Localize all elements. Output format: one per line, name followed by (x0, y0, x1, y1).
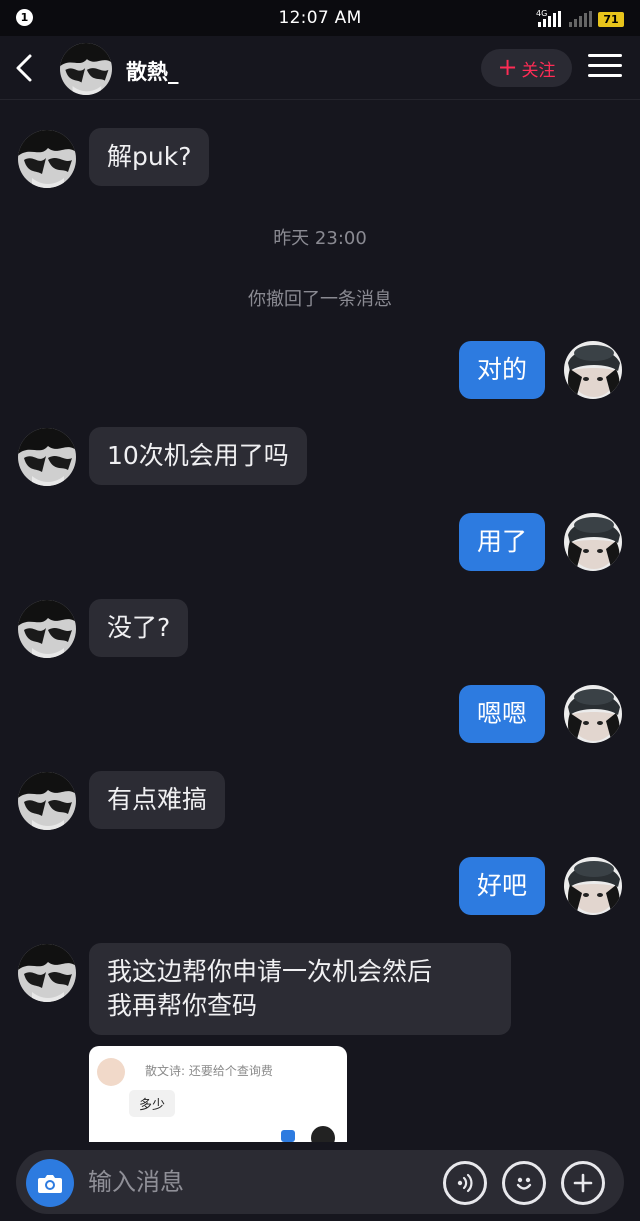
camera-icon (38, 1175, 62, 1193)
timestamp: 昨天 23:00 (273, 228, 367, 249)
message-bubble-incoming[interactable]: 有点难搞 (89, 771, 226, 829)
message-bubble-incoming[interactable]: 我这边帮你申请一次机会然后 我再帮你查码 (89, 943, 511, 1035)
system-message: 你撤回了一条消息 (248, 289, 392, 310)
message-bubble-incoming[interactable]: 解puk? (89, 128, 210, 186)
chat-header: 散熱_ + 关注 (0, 36, 640, 100)
message-bubble-incoming[interactable]: 10次机会用了吗 (89, 427, 307, 485)
message-bubble-outgoing[interactable]: 对的 (459, 341, 546, 399)
card-message: 多少 (129, 1090, 176, 1117)
menu-button[interactable] (588, 54, 622, 82)
message-bubble-outgoing[interactable]: 嗯嗯 (459, 685, 546, 743)
add-icon (573, 1173, 593, 1193)
status-indicators: 4G 71 (536, 9, 624, 27)
network-type: 4G (536, 9, 548, 18)
contact-avatar[interactable] (18, 944, 76, 1002)
message-input-bar (16, 1150, 624, 1214)
message-line: 我这边帮你申请一次机会然后 (107, 957, 433, 986)
my-avatar[interactable] (564, 513, 622, 571)
message-bubble-outgoing[interactable]: 好吧 (459, 857, 546, 915)
back-button[interactable] (10, 50, 42, 86)
chevron-left-icon (16, 54, 32, 82)
contact-avatar[interactable] (18, 600, 76, 658)
plus-icon: + (497, 52, 518, 81)
message-input[interactable] (88, 1162, 418, 1202)
my-avatar[interactable] (564, 857, 622, 915)
emoji-icon (516, 1177, 532, 1190)
voice-button[interactable] (443, 1161, 487, 1205)
camera-button[interactable] (26, 1159, 74, 1207)
my-avatar[interactable] (564, 341, 622, 399)
card-avatar-secondary (311, 1126, 335, 1142)
contact-name[interactable]: 散熱_ (126, 56, 179, 86)
contact-avatar[interactable] (18, 130, 76, 188)
signal-icon-secondary (567, 11, 592, 27)
contact-avatar[interactable] (60, 43, 112, 95)
signal-icon: 4G (536, 9, 561, 27)
follow-label: 关注 (521, 60, 556, 81)
status-bar: 1 12:07 AM 4G 71 (0, 0, 640, 36)
card-sender: 散文诗: 还要给个查询费 (145, 1064, 273, 1078)
message-bubble-incoming[interactable]: 没了? (89, 599, 189, 657)
message-line: 我再帮你查码 (107, 991, 258, 1020)
follow-button[interactable]: + 关注 (481, 49, 572, 87)
contact-avatar[interactable] (18, 428, 76, 486)
card-outgoing-bubble (281, 1130, 295, 1142)
my-avatar[interactable] (564, 685, 622, 743)
battery-icon: 71 (598, 12, 624, 27)
emoji-button[interactable] (502, 1161, 546, 1205)
message-bubble-outgoing[interactable]: 用了 (459, 513, 546, 571)
image-message[interactable]: 散文诗: 还要给个查询费 多少 (89, 1046, 347, 1142)
add-button[interactable] (561, 1161, 605, 1205)
card-avatar (97, 1058, 125, 1086)
contact-avatar[interactable] (18, 772, 76, 830)
voice-icon (457, 1173, 473, 1193)
